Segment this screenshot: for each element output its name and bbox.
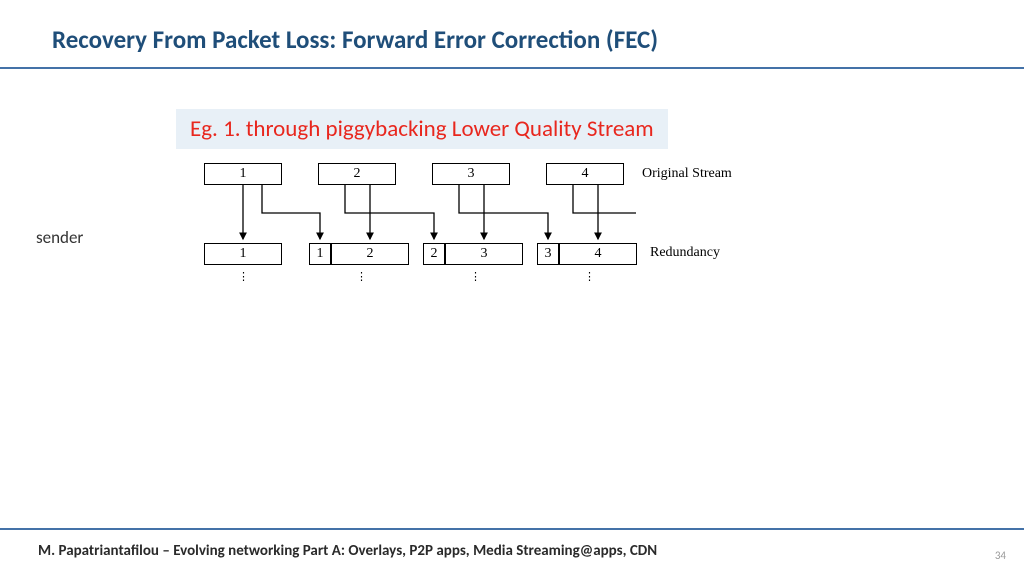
ellipsis-3: ⋮ [470, 270, 483, 283]
ellipsis-4: ⋮ [584, 270, 597, 283]
redundancy-small-2: 1 [309, 243, 331, 265]
redundancy-main-2: 2 [331, 243, 409, 265]
page-number: 34 [995, 549, 1006, 562]
original-box-4: 4 [546, 163, 624, 185]
redundancy-main-4: 4 [559, 243, 637, 265]
redundancy-main-1: 1 [204, 243, 282, 265]
original-box-3: 3 [432, 163, 510, 185]
footer-text: M. Papatriantafilou – Evolving networkin… [38, 542, 657, 560]
redundancy-small-4: 3 [537, 243, 559, 265]
ellipsis-2: ⋮ [356, 270, 369, 283]
original-box-1: 1 [204, 163, 282, 185]
original-stream-label: Original Stream [642, 166, 732, 182]
subtitle-text: Eg. 1. through piggybacking Lower Qualit… [190, 115, 654, 143]
footer-divider [0, 528, 1024, 530]
sender-label: sender [36, 227, 83, 248]
content-area: Eg. 1. through piggybacking Lower Qualit… [0, 69, 1024, 509]
original-box-2: 2 [318, 163, 396, 185]
title-bar: Recovery From Packet Loss: Forward Error… [0, 0, 1024, 69]
subtitle-box: Eg. 1. through piggybacking Lower Qualit… [176, 109, 668, 149]
slide-title: Recovery From Packet Loss: Forward Error… [52, 24, 1024, 55]
fec-diagram: 1 2 3 4 1 1 2 2 3 3 4 Original Stream Re… [190, 163, 780, 323]
ellipsis-1: ⋮ [238, 270, 251, 283]
redundancy-label: Redundancy [650, 245, 720, 261]
redundancy-small-3: 2 [423, 243, 445, 265]
redundancy-main-3: 3 [445, 243, 523, 265]
